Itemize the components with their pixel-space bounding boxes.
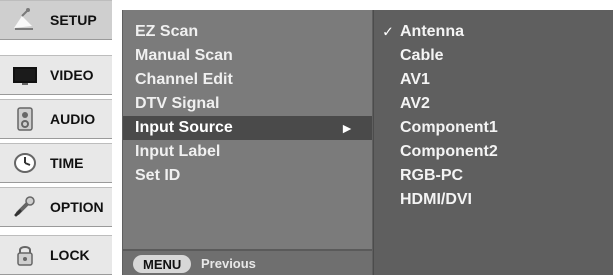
submenu-arrow-icon: ► — [340, 120, 354, 136]
menu-item-label: Manual Scan — [135, 47, 233, 64]
input-option-av1[interactable]: AV1 — [374, 68, 613, 92]
tab-lock[interactable]: LOCK — [0, 235, 112, 275]
tab-option[interactable]: OPTION — [0, 187, 112, 227]
input-option-av2[interactable]: AV2 — [374, 92, 613, 116]
input-option-label: AV1 — [400, 71, 430, 88]
input-option-label: Component2 — [400, 143, 498, 160]
menu-item-input-label[interactable]: Input Label — [123, 140, 372, 164]
menu-item-label: Set ID — [135, 167, 181, 184]
tv-osd-screen: SETUP VIDEO AUDIO TIME OPTION LOCK EZ Sc… — [0, 0, 613, 275]
input-option-component1[interactable]: Component1 — [374, 116, 613, 140]
tab-label-time: TIME — [50, 155, 84, 171]
tab-label-video: VIDEO — [50, 67, 94, 83]
menu-item-label: Channel Edit — [135, 71, 233, 88]
tab-label-option: OPTION — [50, 199, 104, 215]
menu-item-channel-edit[interactable]: Channel Edit — [123, 68, 372, 92]
menu-item-label: EZ Scan — [135, 23, 199, 40]
menu-item-label: DTV Signal — [135, 95, 220, 112]
speaker-icon — [8, 105, 42, 133]
tab-label-audio: AUDIO — [50, 111, 96, 127]
menu-item-input-source[interactable]: Input Source ► — [123, 116, 372, 140]
input-option-hdmi-dvi[interactable]: HDMI/DVI — [374, 188, 613, 212]
input-option-antenna[interactable]: ✓ Antenna — [374, 20, 613, 44]
menu-item-label: Input Label — [135, 143, 221, 160]
input-option-label: RGB-PC — [400, 167, 464, 184]
tab-setup[interactable]: SETUP — [0, 0, 112, 40]
menu-item-label: Input Source — [135, 119, 233, 136]
input-option-label: Cable — [400, 47, 444, 64]
tab-video[interactable]: VIDEO — [0, 55, 112, 95]
input-option-label: Antenna — [400, 23, 464, 40]
menu-item-set-id[interactable]: Set ID — [123, 164, 372, 188]
menu-item-manual-scan[interactable]: Manual Scan — [123, 44, 372, 68]
input-option-cable[interactable]: Cable — [374, 44, 613, 68]
monitor-icon — [8, 61, 42, 89]
clock-icon — [8, 149, 42, 177]
input-source-panel: ✓ Antenna Cable AV1 AV2 Component1 Compo… — [373, 10, 613, 275]
lock-icon — [8, 241, 42, 269]
checkmark-icon: ✓ — [382, 23, 394, 40]
tools-icon — [8, 193, 42, 221]
satellite-dish-icon — [8, 6, 42, 34]
menu-item-dtv-signal[interactable]: DTV Signal — [123, 92, 372, 116]
previous-label: Previous — [201, 256, 256, 271]
tab-label-lock: LOCK — [50, 247, 90, 263]
setup-menu-panel: EZ Scan Manual Scan Channel Edit DTV Sig… — [122, 10, 373, 275]
tab-label-setup: SETUP — [50, 12, 97, 28]
tab-audio[interactable]: AUDIO — [0, 99, 112, 139]
menu-item-ez-scan[interactable]: EZ Scan — [123, 20, 372, 44]
category-tabs: SETUP VIDEO AUDIO TIME OPTION LOCK — [0, 0, 112, 275]
input-option-label: AV2 — [400, 95, 430, 112]
tab-time[interactable]: TIME — [0, 143, 112, 183]
menu-key-pill[interactable]: MENU — [133, 255, 192, 273]
input-option-rgb-pc[interactable]: RGB-PC — [374, 164, 613, 188]
input-option-label: HDMI/DVI — [400, 191, 472, 208]
input-option-component2[interactable]: Component2 — [374, 140, 613, 164]
input-option-label: Component1 — [400, 119, 498, 136]
menu-footer: MENU Previous — [123, 249, 372, 275]
